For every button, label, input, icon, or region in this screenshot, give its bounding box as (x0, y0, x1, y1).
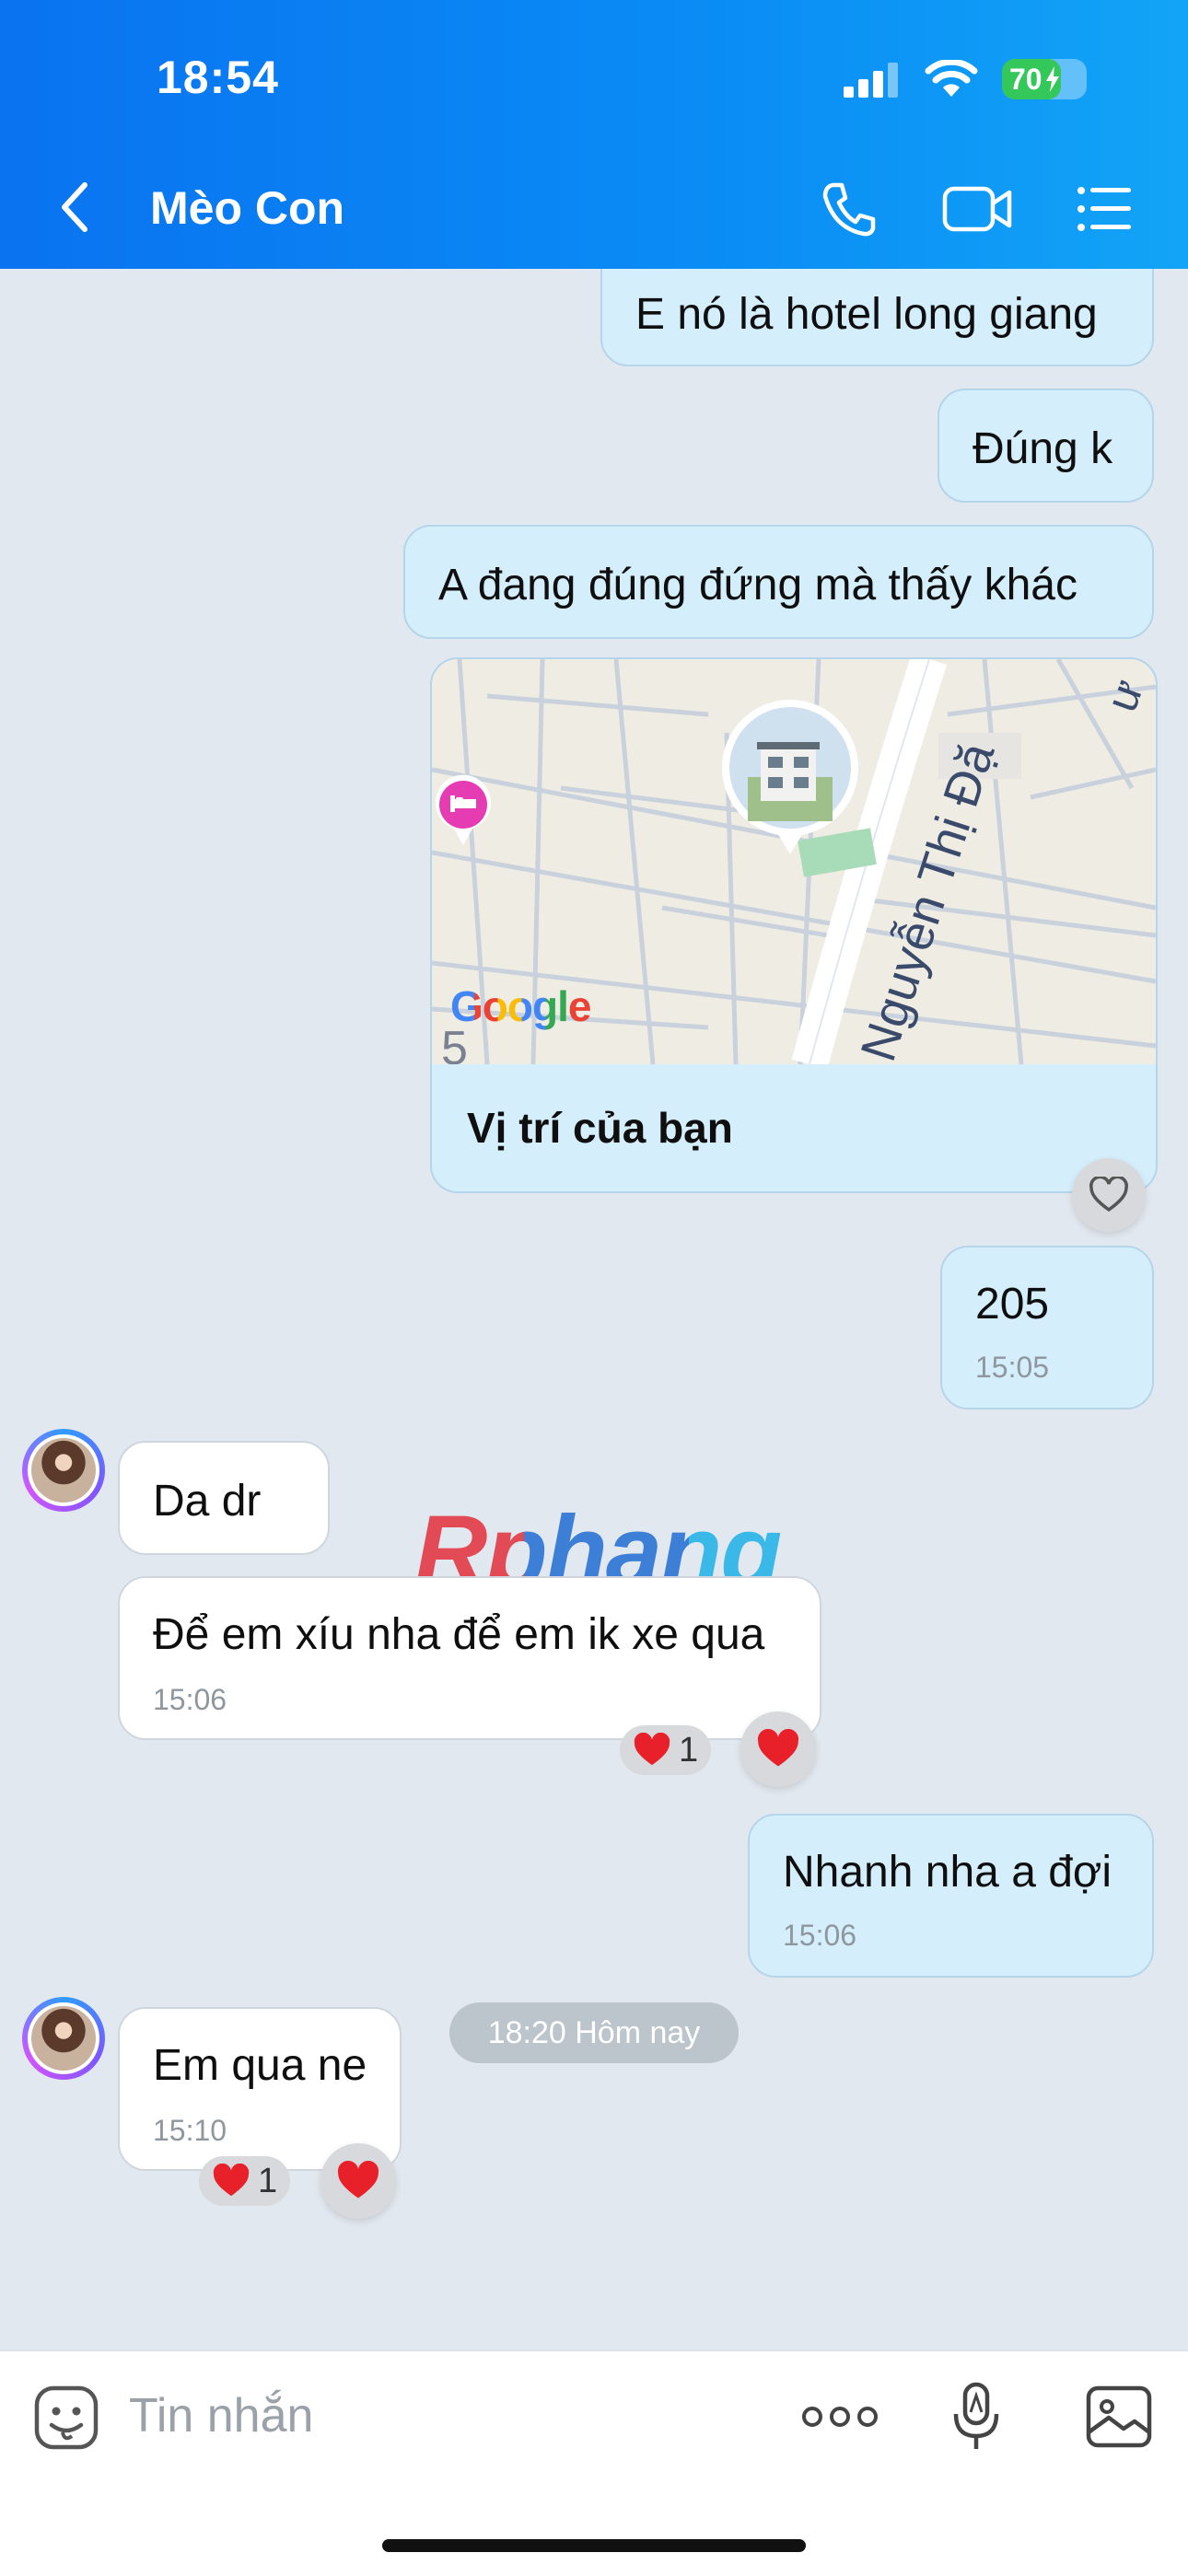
reaction-count: 1 (679, 1730, 699, 1770)
message-text: Em qua ne (153, 2041, 367, 2090)
chat-header: 18:54 70 Mèo Con (0, 0, 1188, 269)
message-outgoing[interactable]: A đang đúng đứng mà thấy khác (403, 525, 1154, 639)
sticker-icon[interactable] (33, 2385, 99, 2451)
more-icon[interactable] (801, 2403, 879, 2431)
heart-icon (634, 1733, 670, 1766)
voice-icon[interactable] (949, 2381, 1004, 2454)
message-text: Đúng k (973, 424, 1113, 473)
wifi-icon (925, 60, 978, 97)
svg-text:ư: ư (1098, 673, 1154, 717)
heart-icon (337, 2161, 379, 2199)
phone-icon[interactable] (820, 180, 879, 238)
message-text: Da dr (153, 1477, 262, 1526)
reaction-summary[interactable]: 1 (620, 1725, 712, 1775)
home-indicator (382, 2539, 806, 2552)
message-outgoing[interactable]: Nhanh nha a đợi 15:06 (748, 1814, 1154, 1978)
message-outgoing[interactable]: 205 15:05 (940, 1246, 1154, 1410)
location-card[interactable]: Nguyễn Thị Đặ 5 ư Google Vị trí của bạn (430, 657, 1158, 1193)
charging-icon (1045, 66, 1059, 92)
message-text: 205 (975, 1280, 1050, 1329)
message-text: Để em xíu nha để em ik xe qua (153, 1610, 765, 1659)
location-label: Vị trí của bạn (467, 1104, 733, 1152)
image-icon[interactable] (1085, 2385, 1153, 2449)
status-time: 18:54 (157, 52, 279, 103)
status-icons: 70 (844, 59, 1087, 99)
message-text: E nó là hotel long giang (635, 290, 1098, 339)
signal-icon (844, 63, 898, 98)
message-text: A đang đúng đứng mà thấy khác (438, 561, 1077, 609)
message-time: 15:06 (153, 1683, 227, 1716)
message-outgoing[interactable]: E nó là hotel long giang (600, 269, 1154, 366)
contact-name[interactable]: Mèo Con (150, 181, 344, 235)
sender-avatar[interactable] (22, 1997, 105, 2080)
message-input[interactable]: Tin nhắn (129, 2388, 313, 2443)
react-button[interactable] (740, 1712, 816, 1787)
heart-icon (757, 1729, 799, 1767)
message-outgoing[interactable]: Đúng k (938, 389, 1154, 503)
message-time: 15:10 (153, 2114, 227, 2147)
heart-icon (213, 2164, 250, 2197)
hotel-pin-icon (432, 773, 495, 847)
menu-icon[interactable] (1076, 180, 1135, 238)
heart-outline-icon (1089, 1177, 1128, 1213)
react-button[interactable] (1072, 1158, 1146, 1232)
google-logo: Google (450, 982, 591, 1030)
battery-indicator: 70 (1002, 59, 1087, 99)
message-time: 15:05 (975, 1351, 1050, 1384)
date-separator: 18:20 Hôm nay (449, 2002, 739, 2063)
reaction-count: 1 (258, 2161, 278, 2200)
message-text: Nhanh nha a đợi (783, 1848, 1112, 1897)
message-incoming[interactable]: Để em xíu nha để em ik xe qua 15:06 (118, 1576, 821, 1740)
video-call-icon[interactable] (941, 180, 1015, 238)
message-incoming[interactable]: Da dr (118, 1441, 330, 1555)
reaction-summary[interactable]: 1 (199, 2156, 291, 2206)
map-preview[interactable]: Nguyễn Thị Đặ 5 ư Google (432, 659, 1156, 1064)
location-avatar-pin (720, 698, 860, 856)
react-button[interactable] (320, 2143, 396, 2219)
message-time: 15:06 (783, 1919, 857, 1952)
battery-percent: 70 (1009, 62, 1042, 96)
sender-avatar[interactable] (22, 1429, 105, 1512)
back-icon[interactable] (55, 180, 92, 235)
